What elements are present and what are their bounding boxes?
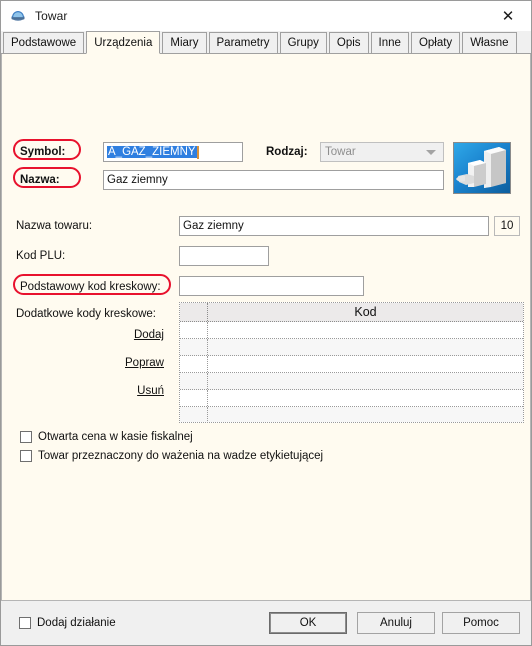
close-icon[interactable]: ✕ <box>485 1 531 31</box>
otwarta-cena-label: Otwarta cena w kasie fiskalnej <box>38 431 193 443</box>
grid-cell-index <box>180 407 208 422</box>
grid-cell-index <box>180 356 208 372</box>
tab-inne[interactable]: Inne <box>370 32 409 53</box>
tab-grupy[interactable]: Grupy <box>279 32 327 53</box>
dodatkowe-kody-grid[interactable]: Kod <box>179 302 524 423</box>
usun-link[interactable]: Usuń <box>92 385 164 397</box>
rodzaj-label: Rodzaj: <box>266 146 308 158</box>
nazwa-towaru-value: Gaz ziemny <box>183 220 244 232</box>
table-row[interactable] <box>180 373 523 390</box>
grid-header-kod: Kod <box>354 305 377 319</box>
kod-plu-input[interactable] <box>179 246 269 266</box>
nazwa-towaru-counter: 10 <box>494 216 520 236</box>
nazwa-towaru-label: Nazwa towaru: <box>16 220 93 232</box>
dodatkowe-kody-label: Dodatkowe kody kreskowe: <box>16 308 156 320</box>
kod-plu-label: Kod PLU: <box>16 250 66 262</box>
table-row[interactable] <box>180 356 523 373</box>
towar-dialog-window: Towar ✕ Podstawowe Urządzenia Miary Para… <box>0 0 532 646</box>
rodzaj-select[interactable]: Towar <box>320 142 444 162</box>
tab-content-urzadzenia: Symbol: A_GAZ_ZIEMNY Rodzaj: Towar Nazwa… <box>1 54 531 600</box>
nazwa-towaru-counter-value: 10 <box>500 220 514 232</box>
tab-miary[interactable]: Miary <box>162 32 207 53</box>
wazenie-checkbox[interactable] <box>20 450 32 462</box>
product-window-icon <box>10 8 26 24</box>
podstawowy-kod-label: Podstawowy kod kreskowy: <box>20 281 161 293</box>
grid-header-row: Kod <box>180 303 523 322</box>
otwarta-cena-checkbox-row[interactable]: Otwarta cena w kasie fiskalnej <box>20 431 193 443</box>
symbol-label: Symbol: <box>20 146 66 158</box>
nazwa-input-value: Gaz ziemny <box>107 174 168 186</box>
dialog-footer: Dodaj działanie OK Anuluj Pomoc <box>1 600 531 645</box>
dodaj-dzialanie-label: Dodaj działanie <box>37 617 116 629</box>
rodzaj-select-value: Towar <box>325 146 356 158</box>
pomoc-button[interactable]: Pomoc <box>442 612 520 634</box>
table-row[interactable] <box>180 339 523 356</box>
tab-urzadzenia[interactable]: Urządzenia <box>86 31 161 54</box>
grid-cell-index <box>180 390 208 406</box>
grid-cell-kod <box>208 373 523 389</box>
symbol-input-value: A_GAZ_ZIEMNY <box>107 146 197 158</box>
window-title: Towar <box>35 9 68 23</box>
grid-cell-kod <box>208 339 523 355</box>
dodaj-dzialanie-checkbox-row[interactable]: Dodaj działanie <box>19 617 116 629</box>
dodaj-dzialanie-checkbox[interactable] <box>19 617 31 629</box>
nazwa-input[interactable]: Gaz ziemny <box>103 170 444 190</box>
grid-cell-kod <box>208 356 523 372</box>
text-caret <box>196 145 199 159</box>
wazenie-checkbox-row[interactable]: Towar przeznaczony do ważenia na wadze e… <box>20 450 323 462</box>
symbol-input[interactable]: A_GAZ_ZIEMNY <box>103 142 243 162</box>
table-row[interactable] <box>180 322 523 339</box>
tab-parametry[interactable]: Parametry <box>208 32 278 53</box>
anuluj-button[interactable]: Anuluj <box>357 612 435 634</box>
tab-opis[interactable]: Opis <box>328 32 369 53</box>
grid-cell-index <box>180 322 208 338</box>
tab-strip: Podstawowe Urządzenia Miary Parametry Gr… <box>1 31 531 54</box>
nazwa-towaru-input[interactable]: Gaz ziemny <box>179 216 489 236</box>
grid-cell-kod <box>208 407 523 422</box>
tab-wlasne[interactable]: Własne <box>462 32 517 53</box>
grid-cell-index <box>180 339 208 355</box>
grid-cell-kod <box>208 390 523 406</box>
title-bar: Towar ✕ <box>1 1 531 31</box>
podstawowy-kod-input[interactable] <box>179 276 364 296</box>
tab-oplaty[interactable]: Opłaty <box>410 32 461 53</box>
dodaj-link[interactable]: Dodaj <box>92 329 164 341</box>
grid-cell-kod <box>208 322 523 338</box>
table-row[interactable] <box>180 407 523 422</box>
grid-cell-index <box>180 373 208 389</box>
nazwa-label: Nazwa: <box>20 174 60 186</box>
chevron-down-icon <box>426 150 436 155</box>
popraw-link[interactable]: Popraw <box>92 357 164 369</box>
wazenie-label: Towar przeznaczony do ważenia na wadze e… <box>38 450 324 462</box>
packages-icon <box>453 142 511 194</box>
grid-header-index <box>180 303 208 321</box>
table-row[interactable] <box>180 390 523 407</box>
tab-podstawowe[interactable]: Podstawowe <box>3 32 85 53</box>
otwarta-cena-checkbox[interactable] <box>20 431 32 443</box>
ok-button[interactable]: OK <box>269 612 347 634</box>
